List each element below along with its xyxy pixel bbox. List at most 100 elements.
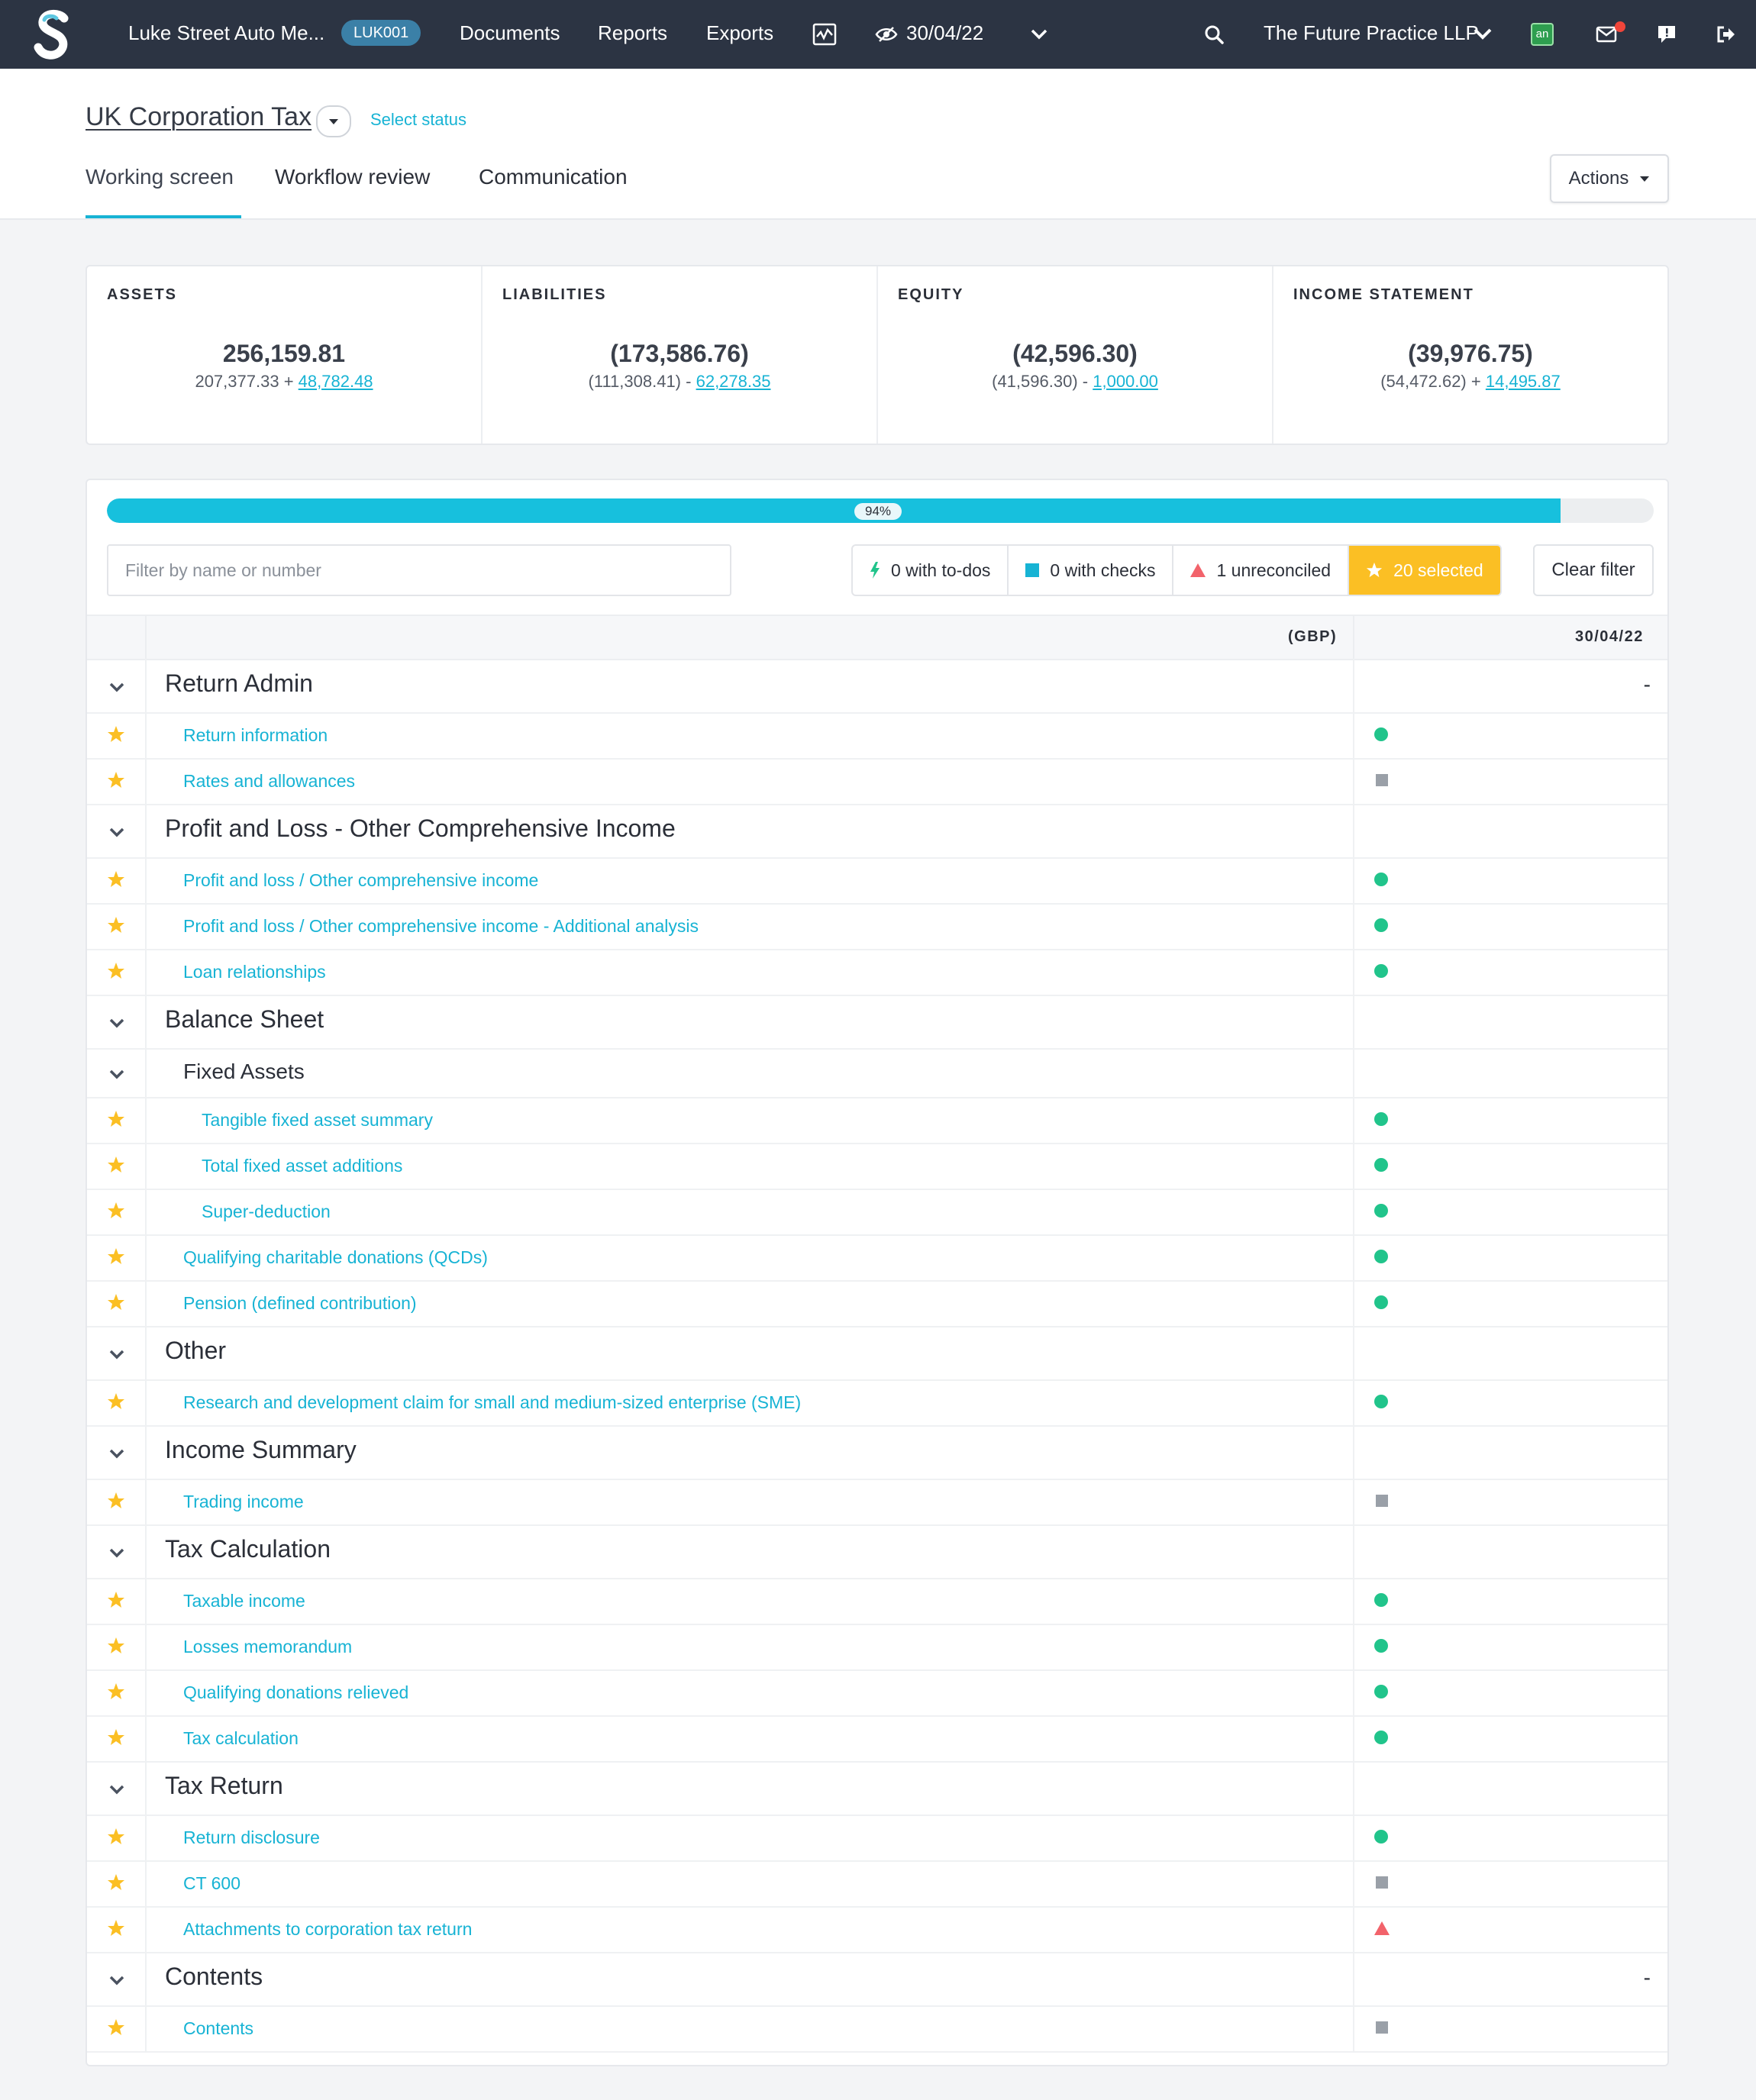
row-link[interactable]: Tax calculation xyxy=(183,1728,299,1749)
tab-working-screen[interactable]: Working screen xyxy=(86,165,234,189)
star-icon[interactable] xyxy=(107,1293,125,1311)
section-row[interactable]: Tax Calculation xyxy=(87,1524,1667,1579)
clear-filter-button[interactable]: Clear filter xyxy=(1533,544,1654,596)
section-row[interactable]: Balance Sheet xyxy=(87,995,1667,1050)
chevron-down-icon[interactable] xyxy=(107,1970,127,1990)
star-icon[interactable] xyxy=(107,1591,125,1609)
status-complete-icon[interactable] xyxy=(1374,873,1388,886)
chevron-down-icon[interactable] xyxy=(107,1444,127,1463)
row-link[interactable]: Losses memorandum xyxy=(183,1637,352,1657)
status-complete-icon[interactable] xyxy=(1374,1158,1388,1172)
chevron-down-icon[interactable] xyxy=(107,822,127,842)
status-unreconciled-icon[interactable] xyxy=(1374,1921,1390,1935)
star-icon[interactable] xyxy=(107,1873,125,1892)
module-dropdown-button[interactable] xyxy=(316,105,351,137)
status-complete-icon[interactable] xyxy=(1374,1250,1388,1263)
star-icon[interactable] xyxy=(107,1827,125,1846)
row-link[interactable]: Research and development claim for small… xyxy=(183,1392,801,1413)
chevron-down-icon[interactable] xyxy=(107,677,127,697)
status-complete-icon[interactable] xyxy=(1374,1112,1388,1126)
search-icon[interactable] xyxy=(1198,18,1230,50)
table-row[interactable]: Return disclosure xyxy=(87,1815,1667,1862)
status-complete-icon[interactable] xyxy=(1374,1685,1388,1698)
row-link[interactable]: Profit and loss / Other comprehensive in… xyxy=(183,870,538,891)
star-icon[interactable] xyxy=(107,1110,125,1128)
table-row[interactable]: CT 600 xyxy=(87,1860,1667,1908)
star-icon[interactable] xyxy=(107,1492,125,1510)
row-link[interactable]: Return information xyxy=(183,725,328,746)
status-complete-icon[interactable] xyxy=(1374,1731,1388,1744)
star-icon[interactable] xyxy=(107,771,125,789)
status-complete-icon[interactable] xyxy=(1374,1593,1388,1607)
star-icon[interactable] xyxy=(107,1919,125,1937)
table-row[interactable]: Trading income xyxy=(87,1479,1667,1526)
table-row[interactable]: Qualifying donations relieved xyxy=(87,1669,1667,1717)
chevron-down-icon[interactable] xyxy=(107,1064,127,1084)
star-icon[interactable] xyxy=(107,916,125,934)
star-icon[interactable] xyxy=(107,1202,125,1220)
table-row[interactable]: Losses memorandum xyxy=(87,1624,1667,1671)
tab-workflow-review[interactable]: Workflow review xyxy=(275,165,430,189)
row-link[interactable]: Super-deduction xyxy=(202,1202,331,1222)
section-row[interactable]: Other xyxy=(87,1326,1667,1381)
select-status-link[interactable]: Select status xyxy=(370,110,466,130)
actions-button[interactable]: Actions xyxy=(1550,154,1669,203)
todos-filter-chip[interactable]: 0 with to-dos xyxy=(853,546,1009,595)
table-row[interactable]: Rates and allowances xyxy=(87,758,1667,805)
table-row[interactable]: Attachments to corporation tax return xyxy=(87,1906,1667,1953)
star-icon[interactable] xyxy=(107,870,125,889)
an-app-icon[interactable]: an xyxy=(1531,23,1554,46)
nav-exports[interactable]: Exports xyxy=(706,21,773,45)
status-complete-icon[interactable] xyxy=(1374,1395,1388,1408)
app-logo-icon[interactable] xyxy=(34,8,76,61)
star-icon[interactable] xyxy=(107,1728,125,1747)
row-link[interactable]: Tangible fixed asset summary xyxy=(202,1110,433,1131)
status-not-started-icon[interactable] xyxy=(1376,1495,1388,1507)
status-not-started-icon[interactable] xyxy=(1376,1876,1388,1889)
star-icon[interactable] xyxy=(107,962,125,980)
table-row[interactable]: Contents xyxy=(87,2005,1667,2053)
section-row[interactable]: Fixed Assets xyxy=(87,1048,1667,1098)
table-row[interactable]: Total fixed asset additions xyxy=(87,1143,1667,1190)
filter-input[interactable] xyxy=(107,544,731,596)
selected-filter-chip[interactable]: 20 selected xyxy=(1349,546,1500,595)
table-row[interactable]: Tax calculation xyxy=(87,1715,1667,1763)
table-row[interactable]: Research and development claim for small… xyxy=(87,1379,1667,1427)
status-complete-icon[interactable] xyxy=(1374,1639,1388,1653)
row-link[interactable]: Return disclosure xyxy=(183,1827,320,1848)
status-complete-icon[interactable] xyxy=(1374,727,1388,741)
table-row[interactable]: Profit and loss / Other comprehensive in… xyxy=(87,857,1667,905)
chevron-down-icon[interactable] xyxy=(107,1779,127,1799)
section-row[interactable]: Contents - xyxy=(87,1952,1667,2007)
status-complete-icon[interactable] xyxy=(1374,1204,1388,1218)
section-row[interactable]: Income Summary xyxy=(87,1425,1667,1480)
table-row[interactable]: Qualifying charitable donations (QCDs) xyxy=(87,1234,1667,1282)
row-link[interactable]: Total fixed asset additions xyxy=(202,1156,402,1176)
row-link[interactable]: Qualifying charitable donations (QCDs) xyxy=(183,1247,488,1268)
activity-chart-icon[interactable] xyxy=(809,18,841,50)
status-complete-icon[interactable] xyxy=(1374,1295,1388,1309)
eye-slash-icon[interactable] xyxy=(870,18,902,50)
section-row[interactable]: Return Admin - xyxy=(87,659,1667,714)
nav-reports[interactable]: Reports xyxy=(598,21,667,45)
practice-name[interactable]: The Future Practice LLP xyxy=(1264,21,1479,45)
row-link[interactable]: Pension (defined contribution) xyxy=(183,1293,417,1314)
logout-icon[interactable] xyxy=(1710,18,1742,50)
row-link[interactable]: Rates and allowances xyxy=(183,771,355,792)
summary-adjustment-link[interactable]: 1,000.00 xyxy=(1093,372,1158,391)
tab-communication[interactable]: Communication xyxy=(479,165,628,189)
status-complete-icon[interactable] xyxy=(1374,918,1388,932)
table-row[interactable]: Pension (defined contribution) xyxy=(87,1280,1667,1327)
client-name[interactable]: Luke Street Auto Me... xyxy=(128,21,324,45)
star-icon[interactable] xyxy=(107,1156,125,1174)
unreconciled-filter-chip[interactable]: 1 unreconciled xyxy=(1173,546,1350,595)
chevron-down-icon[interactable] xyxy=(107,1543,127,1563)
section-row[interactable]: Tax Return xyxy=(87,1761,1667,1816)
star-icon[interactable] xyxy=(107,1682,125,1701)
client-code-badge[interactable]: LUK001 xyxy=(341,20,421,46)
practice-chevron-down-icon[interactable] xyxy=(1467,18,1499,50)
table-row[interactable]: Return information xyxy=(87,712,1667,760)
row-link[interactable]: CT 600 xyxy=(183,1873,240,1894)
row-link[interactable]: Contents xyxy=(183,2018,253,2039)
table-row[interactable]: Loan relationships xyxy=(87,949,1667,996)
